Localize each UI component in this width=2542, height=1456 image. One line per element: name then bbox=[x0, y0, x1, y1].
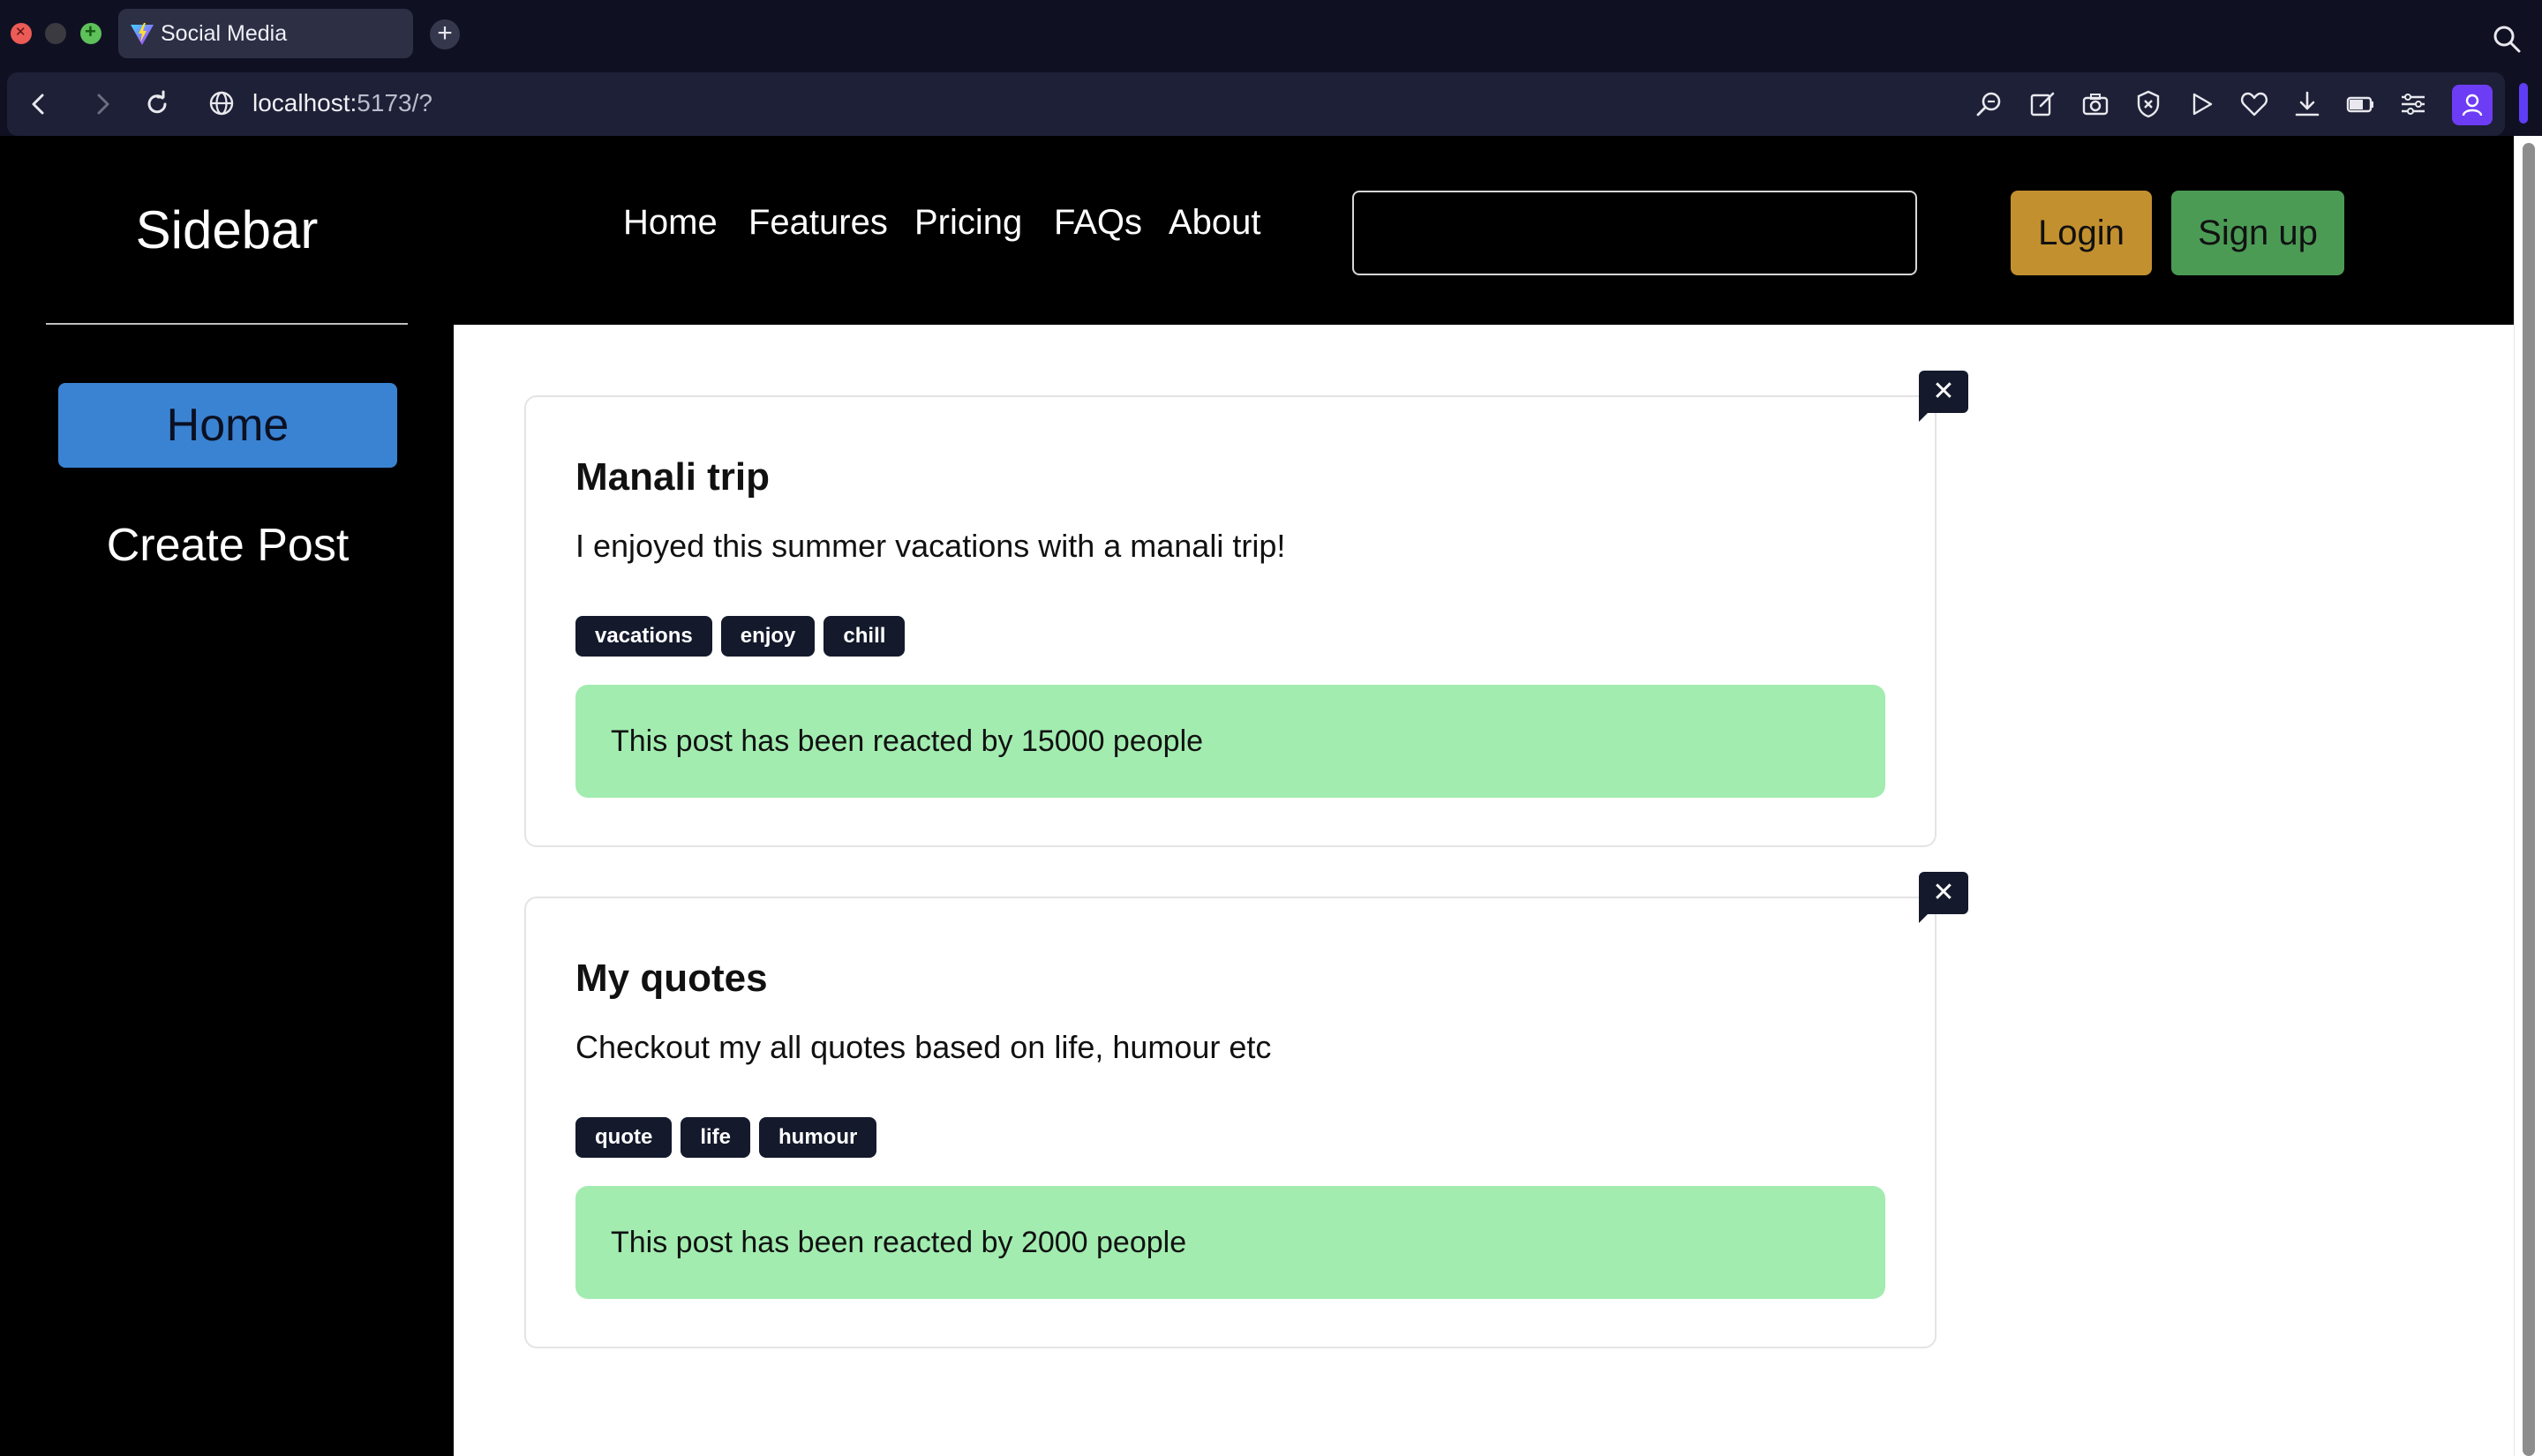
post-card: ✕ My quotes Checkout my all quotes based… bbox=[524, 872, 1968, 1348]
post-tag: quote bbox=[575, 1117, 673, 1158]
post-body: Checkout my all quotes based on life, hu… bbox=[575, 1029, 1272, 1065]
scrollbar-thumb[interactable] bbox=[2523, 143, 2535, 1456]
search-icon[interactable] bbox=[2491, 23, 2523, 55]
browser-address-bar: localhost:5173/? bbox=[0, 72, 2542, 136]
sidebar-brand: Sidebar bbox=[46, 136, 408, 325]
camera-icon[interactable] bbox=[2079, 88, 2111, 120]
nav-link-faqs[interactable]: FAQs bbox=[1054, 203, 1142, 243]
window-close-button[interactable] bbox=[11, 23, 32, 44]
delete-post-button[interactable]: ✕ bbox=[1919, 872, 1968, 923]
zoom-search-icon[interactable] bbox=[1974, 88, 2005, 120]
post-title: My quotes bbox=[575, 957, 768, 1000]
browser-tab[interactable]: Social Media bbox=[118, 9, 413, 58]
settings-sliders-icon[interactable] bbox=[2397, 88, 2429, 120]
heart-icon[interactable] bbox=[2238, 88, 2270, 120]
address-bar-container: localhost:5173/? bbox=[7, 72, 2505, 136]
post-tag: chill bbox=[824, 616, 906, 657]
post-list: ✕ Manali trip I enjoyed this summer vaca… bbox=[454, 325, 2514, 1456]
nav-link-features[interactable]: Features bbox=[748, 203, 888, 243]
post-tag: vacations bbox=[575, 616, 712, 657]
shield-block-icon[interactable] bbox=[2132, 88, 2164, 120]
login-button[interactable]: Login bbox=[2011, 191, 2152, 275]
back-arrow-icon[interactable] bbox=[23, 88, 55, 120]
battery-icon[interactable] bbox=[2344, 88, 2376, 120]
nav-link-pricing[interactable]: Pricing bbox=[914, 203, 1022, 243]
post-tags: quote life humour bbox=[575, 1117, 877, 1158]
new-tab-button[interactable]: + bbox=[430, 19, 460, 49]
post-tag: humour bbox=[759, 1117, 877, 1158]
page: Sidebar Home Create Post Home Features P… bbox=[0, 136, 2514, 1456]
play-icon[interactable] bbox=[2185, 88, 2217, 120]
sidebar-item-create-post[interactable]: Create Post bbox=[58, 503, 397, 588]
reactions-alert: This post has been reacted by 15000 peop… bbox=[575, 685, 1885, 798]
vite-logo-icon bbox=[131, 23, 154, 45]
profile-button[interactable] bbox=[2452, 85, 2493, 125]
forward-arrow-icon[interactable] bbox=[86, 88, 118, 120]
sidebar-toggle[interactable] bbox=[2519, 83, 2528, 124]
tab-title: Social Media bbox=[161, 21, 288, 46]
browser-tab-bar: Social Media + bbox=[0, 0, 2542, 72]
nav-link-about[interactable]: About bbox=[1169, 203, 1261, 243]
globe-icon bbox=[209, 91, 234, 116]
delete-post-button[interactable]: ✕ bbox=[1919, 371, 1968, 422]
user-icon bbox=[2462, 94, 2483, 116]
post-body: I enjoyed this summer vacations with a m… bbox=[575, 528, 1286, 564]
url-path: 5173/? bbox=[357, 89, 432, 116]
url-host: localhost: bbox=[252, 89, 357, 116]
nav-link-home[interactable]: Home bbox=[623, 203, 718, 243]
search-input[interactable] bbox=[1352, 191, 1917, 275]
sidebar-item-home[interactable]: Home bbox=[58, 383, 397, 468]
url-field[interactable]: localhost:5173/? bbox=[252, 89, 432, 117]
signup-button[interactable]: Sign up bbox=[2171, 191, 2344, 275]
download-icon[interactable] bbox=[2291, 88, 2323, 120]
window-minimize-button[interactable] bbox=[45, 23, 66, 44]
post-tag: life bbox=[681, 1117, 751, 1158]
edit-icon[interactable] bbox=[2027, 88, 2058, 120]
reload-icon[interactable] bbox=[141, 88, 173, 120]
top-navbar: Home Features Pricing FAQs About Login S… bbox=[454, 136, 2514, 325]
post-tag: enjoy bbox=[720, 616, 816, 657]
page-scrollbar[interactable] bbox=[2514, 136, 2542, 1456]
reactions-alert: This post has been reacted by 2000 peopl… bbox=[575, 1186, 1885, 1299]
sidebar: Sidebar Home Create Post bbox=[0, 136, 454, 1456]
post-title: Manali trip bbox=[575, 455, 771, 499]
window-maximize-button[interactable] bbox=[80, 20, 102, 44]
post-tags: vacations enjoy chill bbox=[575, 616, 906, 657]
post-card: ✕ Manali trip I enjoyed this summer vaca… bbox=[524, 371, 1968, 847]
